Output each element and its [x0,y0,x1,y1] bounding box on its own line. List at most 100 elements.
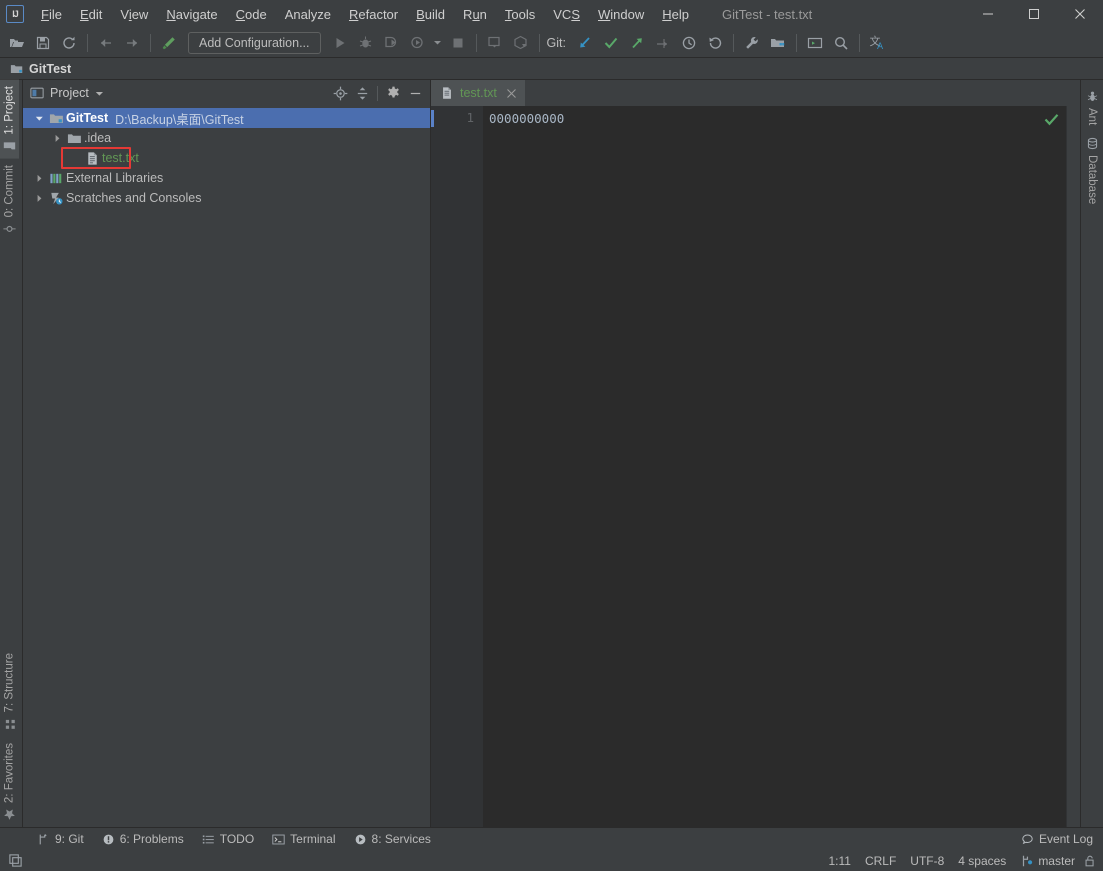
close-button[interactable] [1057,0,1103,28]
git-branch-update-icon[interactable] [651,31,675,55]
code-content[interactable]: 0000000000 [483,106,1066,827]
tree-row-external-libraries[interactable]: External Libraries [23,168,430,188]
main-body: 1: Project 0: Commit 7: Structure 2: Fav… [0,80,1103,827]
git-update-icon[interactable] [573,31,597,55]
sidebar-item-commit-label: 0: Commit [3,164,16,217]
project-panel-title[interactable]: Project [30,86,104,100]
minimize-icon[interactable] [404,82,426,104]
tool-window-terminal-label: Terminal [290,832,336,846]
run-with-coverage-icon[interactable] [380,31,404,55]
menu-help[interactable]: Help [653,4,698,25]
build-hammer-icon[interactable] [157,31,181,55]
editor-scrollbar[interactable] [1066,106,1080,827]
build-project-icon[interactable] [483,31,507,55]
sidebar-item-project[interactable]: 1: Project [0,80,19,159]
tool-window-todo[interactable]: TODO [193,830,263,848]
tool-window-git[interactable]: 9: Git [28,830,93,848]
menu-tools[interactable]: Tools [496,4,544,25]
tree-row-idea[interactable]: .idea [23,128,430,148]
tree-row-scratches[interactable]: Scratches and Consoles [23,188,430,208]
menu-refactor[interactable]: Refactor [340,4,407,25]
close-icon[interactable] [506,88,517,99]
menu-window[interactable]: Window [589,4,653,25]
add-configuration-button[interactable]: Add Configuration... [188,31,321,54]
tool-window-services[interactable]: 8: Services [345,830,440,848]
tree-label-idea: .idea [84,131,112,145]
wrench-settings-icon[interactable] [740,31,764,55]
code-editor[interactable]: 1 0000000000 [431,106,1080,827]
terminal-icon[interactable] [803,31,827,55]
inspection-status-ok-check-icon[interactable] [1043,111,1060,128]
toggle-toolwindows-icon[interactable] [4,853,23,868]
line-separator[interactable]: CRLF [865,854,896,868]
tool-window-terminal[interactable]: Terminal [263,830,344,848]
project-structure-icon[interactable] [766,31,790,55]
git-rollback-icon[interactable] [703,31,727,55]
tree-label-test-txt: test.txt [102,151,139,165]
breadcrumb[interactable]: GitTest [10,62,71,76]
back-arrow-icon[interactable] [94,31,118,55]
search-everywhere-icon[interactable] [829,31,853,55]
menu-build[interactable]: Build [407,4,454,25]
chevron-down-icon[interactable] [432,31,444,55]
menu-run[interactable]: Run [454,4,496,25]
forward-arrow-icon[interactable] [120,31,144,55]
translate-icon[interactable]: 文A [866,31,890,55]
sidebar-item-ant[interactable]: Ant [1081,84,1103,131]
menu-edit[interactable]: Edit [71,4,111,25]
project-icon [3,140,16,153]
scratches-icon [47,191,65,206]
minimize-button[interactable] [965,0,1011,28]
event-log-button[interactable]: Event Log [1021,832,1093,846]
build-module-icon[interactable] [509,31,533,55]
open-folder-icon[interactable] [5,31,29,55]
toolbar-separator-2 [150,33,151,52]
terminal-icon [272,833,285,846]
menu-analyze[interactable]: Analyze [276,4,340,25]
locate-target-icon[interactable] [329,82,351,104]
collapse-all-icon[interactable] [351,82,373,104]
git-branch-widget[interactable]: master [1020,854,1075,868]
maximize-button[interactable] [1011,0,1057,28]
debug-icon[interactable] [354,31,378,55]
chevron-down-icon[interactable] [95,89,104,98]
expand-arrow-icon[interactable] [31,194,47,203]
expand-arrow-icon[interactable] [31,174,47,183]
sync-icon[interactable] [57,31,81,55]
menu-vcs[interactable]: VCS [544,4,589,25]
ant-icon [1086,90,1099,103]
caret-position[interactable]: 1:11 [828,854,850,868]
tree-row-gittest[interactable]: GitTest D:\Backup\桌面\GitTest [23,108,430,128]
git-history-icon[interactable] [677,31,701,55]
tool-window-services-label: 8: Services [371,832,431,846]
menu-file[interactable]: File [32,4,71,25]
sidebar-item-database[interactable]: Database [1081,131,1103,210]
line-number-gutter: 1 [431,106,483,827]
indent-setting[interactable]: 4 spaces [958,854,1006,868]
menu-view[interactable]: View [111,4,157,25]
expand-arrow-icon[interactable] [31,114,47,123]
tree-row-test-txt[interactable]: test.txt [23,147,430,169]
panel-toolbar-separator [377,85,378,101]
profiler-icon[interactable] [406,31,430,55]
save-icon[interactable] [31,31,55,55]
bottom-tool-window-bar: 9: Git 6: Problems TODO Terminal 8: Serv… [0,827,1103,850]
stop-icon[interactable] [446,31,470,55]
tree-label-gittest: GitTest [66,111,109,125]
menu-navigate[interactable]: Navigate [157,4,226,25]
git-push-icon[interactable] [625,31,649,55]
tool-window-problems[interactable]: 6: Problems [93,830,193,848]
editor-tab-test-txt[interactable]: test.txt [431,80,525,106]
sidebar-item-structure[interactable]: 7: Structure [0,647,19,736]
project-tool-window: Project GitTest D:\Backup\桌面\GitTest .id… [23,80,431,827]
file-encoding[interactable]: UTF-8 [910,854,944,868]
git-commit-icon[interactable] [599,31,623,55]
gear-icon[interactable] [382,82,404,104]
menu-code[interactable]: Code [227,4,276,25]
sidebar-item-favorites[interactable]: 2: Favorites [0,737,19,827]
run-icon[interactable] [328,31,352,55]
read-only-lock-icon[interactable] [1083,854,1097,868]
tree-label-scratches: Scratches and Consoles [66,191,202,205]
sidebar-item-commit[interactable]: 0: Commit [0,159,19,241]
expand-arrow-icon[interactable] [49,134,65,143]
